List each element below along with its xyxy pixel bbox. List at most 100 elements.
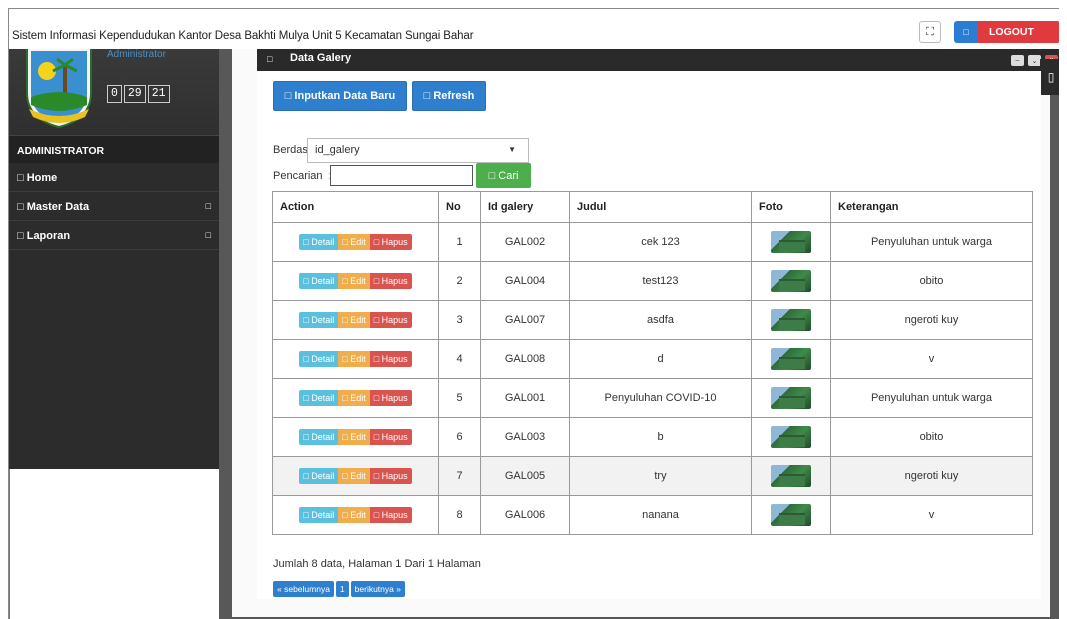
judul-cell: test123 [569,261,752,301]
delete-button[interactable]: □ Hapus [369,273,412,289]
edit-button[interactable]: □ Edit [338,468,370,484]
edit-button[interactable]: □ Edit [338,234,370,250]
minimize-icon[interactable]: – [1011,55,1024,66]
photo-thumbnail[interactable] [771,270,811,292]
sidebar-item-home[interactable]: □ Home [9,164,219,192]
edit-button[interactable]: □ Edit [338,507,370,523]
photo-thumbnail[interactable] [771,231,811,253]
detail-button[interactable]: □ Detail [299,273,339,289]
foto-cell [751,456,831,496]
chevron-icon: □ [205,201,211,211]
no-cell: 8 [438,495,481,535]
table-row: □ Detail □ Edit □ Hapus 1 GAL002 cek 123 Penyu… [272,222,1033,262]
table-row: □ Detail □ Edit □ Hapus 6 GAL003 b obito [272,417,1033,457]
id-cell: GAL006 [480,495,570,535]
fullscreen-icon: ⛶ [926,25,934,38]
col-no: No [438,191,481,223]
detail-button[interactable]: □ Detail [299,390,339,406]
foto-cell [751,261,831,301]
sidebar-item-master-data[interactable]: □ Master Data □ [9,193,219,221]
add-data-button[interactable]: □ Inputkan Data Baru [273,81,407,111]
photo-thumbnail[interactable] [771,309,811,331]
id-cell: GAL001 [480,378,570,418]
delete-button[interactable]: □ Hapus [369,234,412,250]
home-icon: □ [17,172,24,184]
detail-button[interactable]: □ Detail [299,234,339,250]
action-cell: □ Detail □ Edit □ Hapus [272,456,439,496]
no-cell: 3 [438,300,481,340]
database-icon: □ [17,201,24,213]
sidebar-item-laporan[interactable]: □ Laporan □ [9,222,219,250]
detail-button[interactable]: □ Detail [299,429,339,445]
col-keterangan: Keterangan [830,191,1033,223]
col-id: Id galery [480,191,570,223]
prev-page-button[interactable]: « sebelumnya [273,581,334,597]
photo-thumbnail[interactable] [771,504,811,526]
delete-button[interactable]: □ Hapus [369,351,412,367]
chevron-icon: □ [205,230,211,240]
id-cell: GAL002 [480,222,570,262]
logout-icon: □ [954,21,978,43]
keterangan-cell: v [830,339,1033,379]
foto-cell [751,495,831,535]
top-bar: Sistem Informasi Kependudukan Kantor Des… [9,9,1059,49]
judul-cell: b [569,417,752,457]
search-button[interactable]: □ Cari [476,163,531,188]
judul-cell: asdfa [569,300,752,340]
no-cell: 1 [438,222,481,262]
next-page-button[interactable]: berikutnya » [350,581,405,597]
app-window: Sistem Informasi Kependudukan Kantor Des… [8,8,1059,619]
no-cell: 5 [438,378,481,418]
photo-thumbnail[interactable] [771,465,811,487]
report-icon: □ [17,230,24,242]
id-cell: GAL003 [480,417,570,457]
delete-button[interactable]: □ Hapus [369,429,412,445]
no-cell: 2 [438,261,481,301]
photo-thumbnail[interactable] [771,348,811,370]
clock-minutes: 29 [123,85,146,103]
edit-button[interactable]: □ Edit [338,273,370,289]
page-1-button[interactable]: 1 [335,581,349,597]
photo-thumbnail[interactable] [771,387,811,409]
photo-thumbnail[interactable] [771,426,811,448]
table-row: □ Detail □ Edit □ Hapus 3 GAL007 asdfa ngeroti… [272,300,1033,340]
gallery-icon: □ [267,54,273,64]
keterangan-cell: Penyuluhan untuk warga [830,222,1033,262]
chevron-down-icon: ▼ [508,145,516,154]
delete-button[interactable]: □ Hapus [369,312,412,328]
foto-cell [751,222,831,262]
refresh-button[interactable]: □ Refresh [412,81,486,111]
filter-value: id_galery [315,144,360,156]
col-action: Action [272,191,439,223]
id-cell: GAL004 [480,261,570,301]
action-cell: □ Detail □ Edit □ Hapus [272,261,439,301]
action-cell: □ Detail □ Edit □ Hapus [272,378,439,418]
filter-select[interactable]: id_galery ▼ [307,138,529,163]
delete-button[interactable]: □ Hapus [369,468,412,484]
id-cell: GAL005 [480,456,570,496]
sidebar: Administrator 0 29 21 ADMINISTRATOR □ Ho… [9,49,219,469]
table-row: □ Detail □ Edit □ Hapus 7 GAL005 try ngeroti k… [272,456,1033,496]
keterangan-cell: ngeroti kuy [830,300,1033,340]
edit-button[interactable]: □ Edit [338,429,370,445]
foto-cell [751,300,831,340]
fullscreen-button[interactable]: ⛶ [919,21,941,43]
detail-button[interactable]: □ Detail [299,351,339,367]
user-role-label: Administrator [107,49,166,60]
edit-button[interactable]: □ Edit [338,351,370,367]
delete-button[interactable]: □ Hapus [369,390,412,406]
id-cell: GAL007 [480,300,570,340]
edit-button[interactable]: □ Edit [338,312,370,328]
search-input[interactable] [330,165,473,186]
edit-button[interactable]: □ Edit [338,390,370,406]
detail-button[interactable]: □ Detail [299,507,339,523]
foto-cell [751,378,831,418]
delete-button[interactable]: □ Hapus [369,507,412,523]
detail-button[interactable]: □ Detail [299,312,339,328]
panel-toggle-button[interactable]: ▯ [1040,59,1059,95]
sidebar-section-title: ADMINISTRATOR [9,135,219,163]
logout-button[interactable]: □ LOGOUT [954,21,1059,43]
detail-button[interactable]: □ Detail [299,468,339,484]
action-cell: □ Detail □ Edit □ Hapus [272,495,439,535]
action-cell: □ Detail □ Edit □ Hapus [272,222,439,262]
